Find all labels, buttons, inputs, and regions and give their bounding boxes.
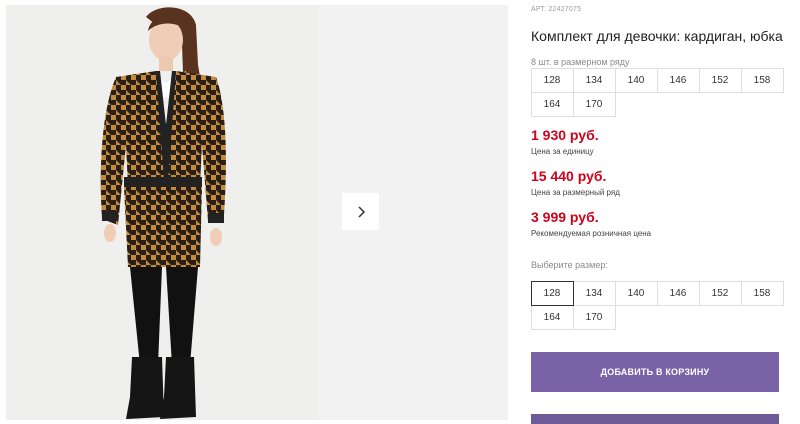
size-option-134[interactable]: 134 [572,280,616,306]
size-row-cell-152: 152 [698,67,742,93]
size-option-152[interactable]: 152 [698,280,742,306]
size-row-cell-146: 146 [656,67,700,93]
size-row-cell-140: 140 [614,67,658,93]
retail-price-note: Рекомендуемая розничная цена [531,229,652,238]
add-to-cart-button[interactable]: ДОБАВИТЬ В КОРЗИНУ [531,352,779,392]
size-option-128[interactable]: 128 [530,280,574,306]
size-row-cell-164: 164 [530,91,574,117]
size-row-hint: 8 шт. в размерном ряду [531,57,630,67]
retail-price: 3 999 руб. [531,209,599,225]
size-option-164[interactable]: 164 [530,304,574,330]
size-row-grid: 128 134 140 146 152 158 164 170 [530,67,784,117]
size-row-price: 15 440 руб. [531,168,607,184]
product-title: Комплект для девочки: кардиган, юбка [531,28,783,44]
size-row-cell-158: 158 [740,67,784,93]
unit-price: 1 930 руб. [531,127,599,143]
size-option-158[interactable]: 158 [740,280,784,306]
select-size-hint: Выберите размер: [531,260,608,270]
size-row-cell-170: 170 [572,91,616,117]
unit-price-note: Цена за единицу [531,147,594,156]
size-option-140[interactable]: 140 [614,280,658,306]
product-photo-image [6,5,318,420]
article-number: АРТ. 22427075 [531,6,582,13]
size-select-grid: 128 134 140 146 152 158 164 170 [530,280,784,330]
size-row-cell-128: 128 [530,67,574,93]
product-photo [6,5,318,420]
size-row-price-note: Цена за размерный ряд [531,188,620,197]
next-photo-button[interactable] [342,193,379,230]
size-row-cell-134: 134 [572,67,616,93]
size-option-146[interactable]: 146 [656,280,700,306]
secondary-button[interactable] [531,414,779,424]
chevron-right-icon [357,205,365,218]
size-option-170[interactable]: 170 [572,304,616,330]
